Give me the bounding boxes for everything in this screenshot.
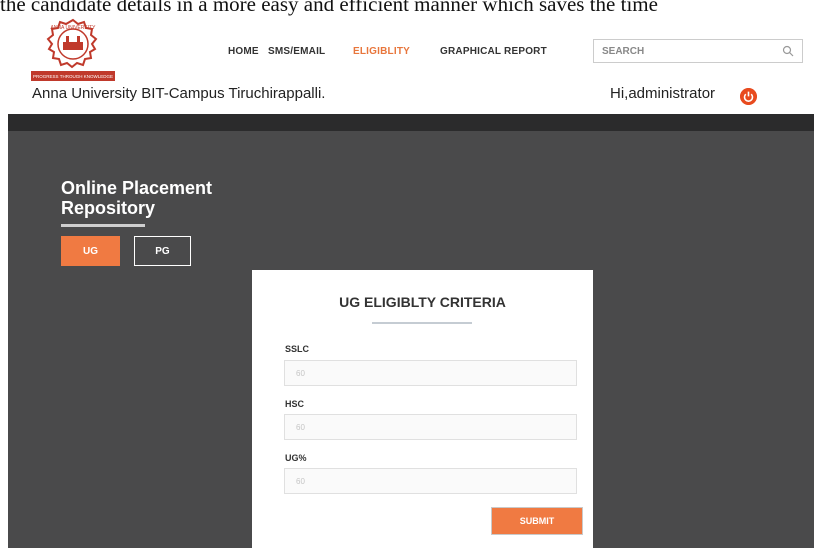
hsc-label: HSC: [285, 399, 305, 409]
ug-button[interactable]: UG: [61, 236, 120, 266]
pg-button[interactable]: PG: [134, 236, 191, 266]
eligibility-form-card: UG ELIGIBLTY CRITERIA SSLC HSC UG% SUBMI…: [252, 270, 593, 548]
form-title-divider: [372, 322, 472, 324]
power-icon[interactable]: [740, 88, 757, 105]
ug-percent-input[interactable]: [284, 468, 577, 494]
logo-arc-text: ANNA UNIVERSITY: [50, 25, 96, 31]
ug-percent-label: UG%: [285, 453, 307, 463]
repository-title-line2: Repository: [61, 198, 156, 218]
submit-button[interactable]: SUBMIT: [491, 507, 583, 535]
nav-eligibility[interactable]: ELIGIBLITY: [353, 46, 410, 57]
hsc-input[interactable]: [284, 414, 577, 440]
nav-sms-email[interactable]: SMS/EMAIL: [268, 46, 325, 57]
sslc-label: SSLC: [285, 344, 310, 354]
title-underline: [61, 224, 145, 227]
logo-motto: PROGRESS THROUGH KNOWLEDGE: [33, 74, 113, 79]
sslc-input[interactable]: [284, 360, 577, 386]
user-greeting: Hi,administrator: [610, 85, 716, 102]
form-title: UG ELIGIBLTY CRITERIA: [339, 294, 506, 310]
institute-name: Anna University BIT-Campus Tiruchirappal…: [32, 85, 326, 102]
repository-title-line1: Online Placement: [61, 178, 213, 198]
background-document-text: the candidate details in a more easy and…: [0, 0, 658, 16]
search-icon[interactable]: [782, 45, 794, 57]
search-input[interactable]: [594, 40, 782, 62]
search-box: [593, 39, 803, 63]
nav-home[interactable]: HOME: [228, 46, 259, 57]
nav-graphical-report[interactable]: GRAPHICAL REPORT: [440, 46, 547, 57]
panel-top-band: [8, 114, 814, 131]
repository-title: Online Placement Repository: [61, 178, 212, 218]
